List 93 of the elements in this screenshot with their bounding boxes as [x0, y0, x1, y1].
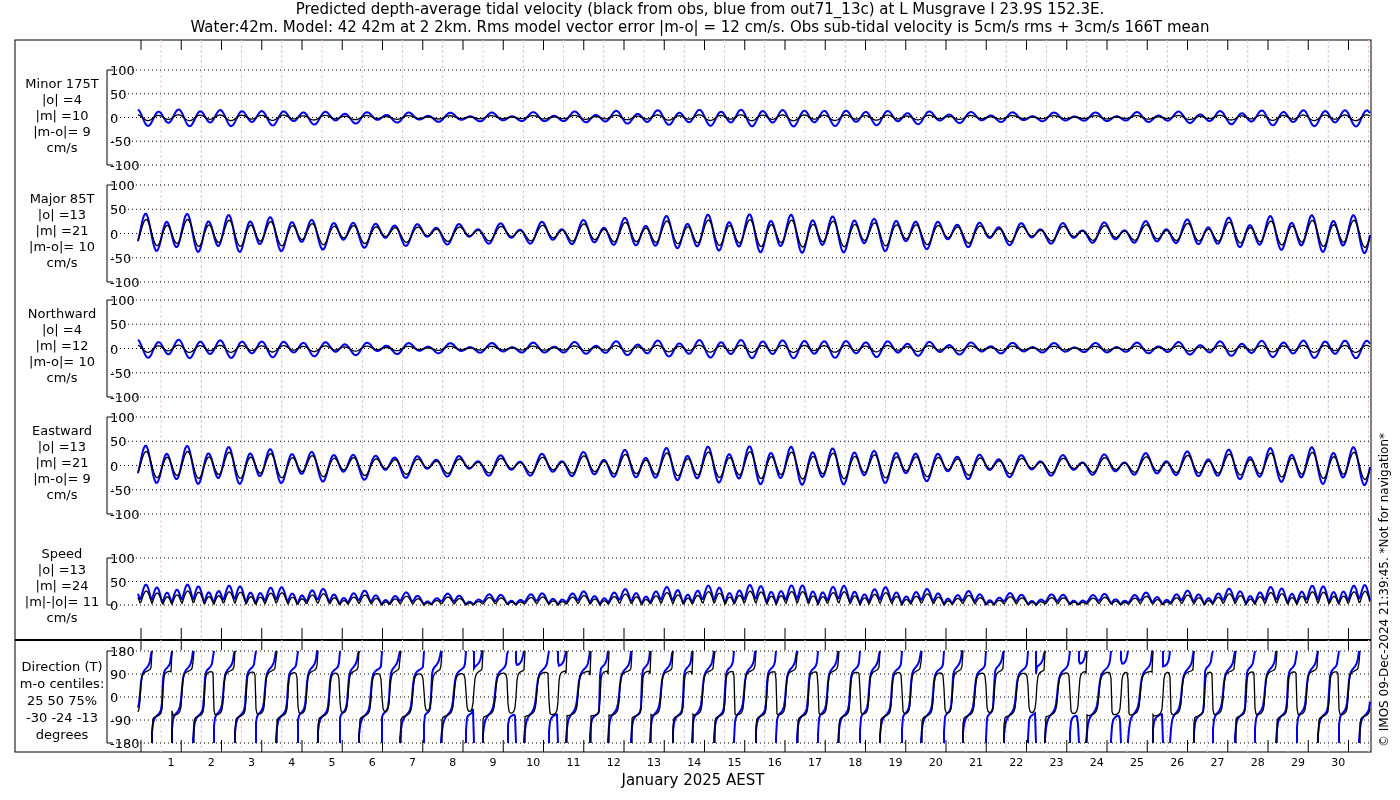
day-label: 8 [449, 756, 457, 769]
day-label: 2 [207, 756, 215, 769]
panel-label: Major 85T [29, 191, 95, 206]
axis-tick-label: 0 [110, 341, 119, 357]
panel-label: cm/s [46, 140, 78, 155]
panel-label: |m| =21 [35, 455, 89, 470]
day-label: 3 [248, 756, 255, 769]
day-label: 14 [687, 756, 702, 769]
day-label: 29 [1291, 756, 1305, 769]
axis-tick-label: -100 [110, 275, 140, 290]
panel-label: |o| =4 [42, 92, 82, 107]
panel-label: Eastward [32, 423, 92, 438]
day-label: 1 [167, 756, 175, 769]
panel-label: 25 50 75% [26, 693, 98, 708]
day-label: 21 [969, 756, 983, 769]
day-label: 11 [566, 756, 581, 769]
axis-tick-label: 50 [110, 202, 127, 218]
panel-label: |m-o|= 10 [29, 354, 95, 369]
day-label: 9 [489, 756, 497, 769]
day-label: 24 [1089, 756, 1104, 769]
day-label: 26 [1170, 756, 1185, 769]
panel-label: cm/s [46, 370, 78, 385]
panel-label: Minor 175T [25, 76, 99, 91]
axis-tick-label: -50 [110, 250, 132, 266]
axis-tick-label: 0 [110, 226, 119, 242]
panel-label: cm/s [46, 610, 78, 625]
axis-tick-label: 0 [110, 598, 119, 613]
axis-tick-label: -100 [110, 390, 140, 405]
panel-label: Speed [41, 546, 83, 561]
y-axis [106, 557, 113, 606]
panel-label: |o| =13 [37, 207, 87, 222]
plot-title: Predicted depth-average tidal velocity (black from obs, blue from out71_13c) at L Musgrave I 23.9S 152.3E. [295, 0, 1105, 18]
panel-label: |m| =10 [35, 108, 89, 123]
axis-tick-label: 100 [110, 63, 135, 78]
axis-tick-label: 50 [110, 317, 127, 333]
plot-subtitle: Water:42m. Model: 42 42m at 2 2km. Rms model vector error |m-o| = 12 cm/s. Obs sub-tidal velocity is 5cm/s rms + 3cm/s 166T mean [190, 18, 1210, 36]
day-label: 15 [727, 756, 742, 769]
axis-tick-label: -90 [110, 713, 132, 728]
day-label: 16 [767, 756, 782, 769]
axis-tick-label: -50 [110, 365, 132, 381]
panel-label: m-o centiles: [19, 676, 105, 691]
panel-label: |m| =12 [35, 338, 89, 353]
day-label: 17 [808, 756, 822, 769]
axis-tick-label: -50 [110, 134, 132, 150]
panel-label: |m-o|= 10 [29, 239, 95, 254]
axis-tick-label: 90 [110, 667, 127, 682]
axis-tick-label: 0 [110, 110, 119, 126]
panel-label: -30 -24 -13 [26, 710, 98, 725]
panel-label: |m-o|= 9 [33, 124, 91, 139]
day-label: 30 [1331, 756, 1346, 769]
panel-label: |m| =24 [35, 578, 89, 593]
axis-tick-label: 0 [110, 458, 119, 474]
panel-label: |o| =4 [42, 322, 82, 337]
day-label: 19 [888, 756, 903, 769]
panel-label: degrees [35, 727, 89, 742]
axis-tick-label: 100 [110, 410, 135, 425]
axis-tick-label: 100 [110, 293, 135, 308]
axis-tick-label: 100 [110, 178, 135, 193]
panel-label: Northward [27, 306, 97, 321]
day-label: 10 [526, 756, 541, 769]
axis-tick-label: 100 [110, 551, 135, 566]
axis-tick-label: -50 [110, 482, 132, 498]
day-label: 23 [1049, 756, 1064, 769]
axis-tick-label: -100 [110, 158, 140, 173]
day-label: 13 [647, 756, 661, 769]
axis-tick-label: 0 [110, 690, 119, 705]
panel-label: cm/s [46, 487, 78, 502]
panel-label: |m|-|o|= 11 [24, 594, 100, 609]
day-label: 6 [368, 756, 376, 769]
copyright-notice: © IMOS 09-Dec-2024 21:39:45. *Not for navigation* [1377, 432, 1391, 748]
panel-label: cm/s [46, 255, 78, 270]
day-label: 5 [328, 756, 336, 769]
axis-title: January 2025 AEST [621, 771, 765, 789]
day-label: 7 [409, 756, 416, 769]
panel-label: |o| =13 [37, 562, 87, 577]
axis-tick-label: 50 [110, 86, 127, 102]
panel-label: |m-o|= 9 [33, 471, 91, 486]
day-label: 27 [1210, 756, 1225, 769]
axis-tick-label: 180 [110, 644, 135, 659]
panel-label: |o| =13 [37, 439, 87, 454]
axis-tick-label: -180 [110, 736, 140, 751]
axis-tick-label: -100 [110, 507, 140, 522]
day-label: 22 [1009, 756, 1024, 769]
day-label: 20 [928, 756, 943, 769]
axis-tick-label: 50 [110, 574, 127, 590]
day-label: 12 [606, 756, 621, 769]
day-label: 25 [1130, 756, 1144, 769]
panel-label: |m| =21 [35, 223, 89, 238]
axis-tick-label: 50 [110, 434, 127, 450]
day-label: 18 [848, 756, 863, 769]
panel-label: Direction (T) [21, 659, 103, 674]
day-label: 4 [288, 756, 296, 769]
day-label: 28 [1250, 756, 1265, 769]
